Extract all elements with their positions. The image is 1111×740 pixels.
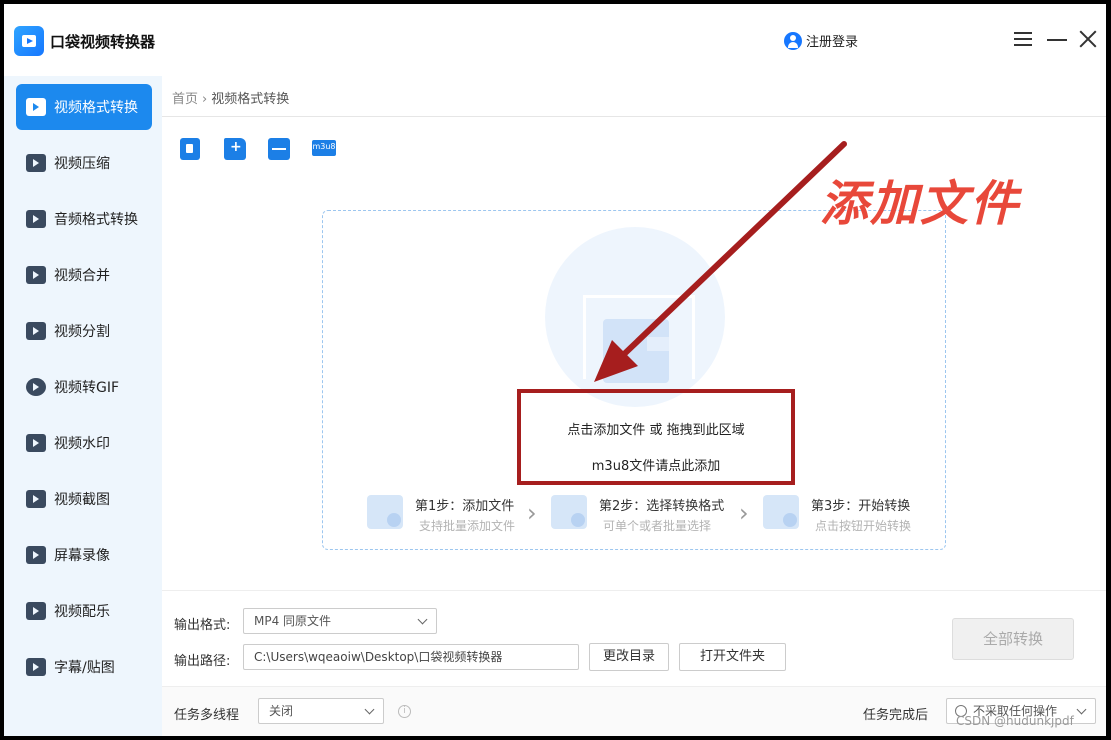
drop-hint-text[interactable]: 点击添加文件 或 拖拽到此区域 <box>521 419 791 438</box>
step-desc: 点击按钮开始转换 <box>815 519 912 533</box>
close-icon[interactable] <box>1077 28 1099 50</box>
multithread-value: 关闭 <box>269 704 294 718</box>
minimize-icon[interactable] <box>1046 28 1068 50</box>
output-path-field[interactable]: C:\Users\wqeaoiw\Desktop\口袋视频转换器 <box>243 644 579 670</box>
title-bar: 口袋视频转换器 注册登录 <box>4 4 1106 76</box>
sidebar-item-label: 视频格式转换 <box>54 100 138 116</box>
sidebar-item-label: 视频截图 <box>54 492 110 508</box>
audio-convert-icon <box>26 210 46 228</box>
add-file-step-icon <box>367 495 403 529</box>
divider <box>162 116 1106 117</box>
add-folder-icon[interactable] <box>224 138 246 160</box>
file-illustration-icon <box>603 319 669 383</box>
chevron-right-icon: › <box>739 499 749 527</box>
after-done-label: 任务完成后 <box>863 708 929 723</box>
user-icon <box>784 31 802 50</box>
convert-all-button[interactable]: 全部转换 <box>952 618 1074 660</box>
format-step-icon <box>551 495 587 529</box>
subtitle-icon <box>26 658 46 676</box>
info-icon[interactable]: i <box>398 705 411 718</box>
sidebar-item-label: 视频转GIF <box>54 380 120 396</box>
sidebar-item-video-split[interactable]: 视频分割 <box>16 308 152 354</box>
chevron-down-icon <box>417 614 428 625</box>
watermark-text: CSDN @hudunkjpdf <box>956 714 1074 728</box>
login-link[interactable]: 注册登录 <box>784 31 858 50</box>
sidebar-item-label: 视频配乐 <box>54 604 110 620</box>
output-format-label: 输出格式: <box>174 618 231 633</box>
sidebar-item-audio-convert[interactable]: 音频格式转换 <box>16 196 152 242</box>
chevron-down-icon <box>364 704 375 715</box>
sidebar-item-video-merge[interactable]: 视频合并 <box>16 252 152 298</box>
step-title: 第1步：添加文件 <box>415 499 515 514</box>
chevron-down-icon <box>1076 704 1087 715</box>
sidebar-item-label: 视频合并 <box>54 268 110 284</box>
output-path-label: 输出路径: <box>174 654 231 669</box>
convert-step-icon <box>763 495 799 529</box>
output-format-select[interactable]: MP4 同原文件 <box>243 608 437 634</box>
menu-icon[interactable] <box>1012 28 1034 50</box>
chevron-right-icon: › <box>527 499 537 527</box>
m3u8-icon[interactable]: m3u8 <box>312 140 336 156</box>
screenshot-icon <box>26 490 46 508</box>
step-desc: 支持批量添加文件 <box>419 519 516 533</box>
sidebar-item-label: 视频分割 <box>54 324 110 340</box>
multithread-label: 任务多线程 <box>174 708 240 723</box>
breadcrumb-home[interactable]: 首页 <box>172 92 198 107</box>
annotation-text: 添加文件 <box>820 176 1021 232</box>
convert-icon <box>26 98 46 116</box>
split-icon <box>26 322 46 340</box>
sidebar-item-screen-record[interactable]: 屏幕录像 <box>16 532 152 578</box>
merge-icon <box>26 266 46 284</box>
sidebar-item-label: 视频压缩 <box>54 156 110 172</box>
music-icon <box>26 602 46 620</box>
multithread-select[interactable]: 关闭 <box>258 698 384 724</box>
divider <box>162 590 1106 591</box>
sidebar-item-label: 屏幕录像 <box>54 548 110 564</box>
sidebar-item-label: 字幕/贴图 <box>54 660 115 676</box>
sidebar-item-subtitle[interactable]: 字幕/贴图 <box>16 644 152 690</box>
step-title: 第3步：开始转换 <box>811 499 911 514</box>
compress-icon <box>26 154 46 172</box>
sidebar-item-label: 视频水印 <box>54 436 110 452</box>
sidebar: 视频格式转换 视频压缩 音频格式转换 视频合并 视频分割 视频转GIF 视频水印 <box>4 76 162 736</box>
output-format-value: MP4 同原文件 <box>254 614 332 628</box>
step-title: 第2步：选择转换格式 <box>599 499 725 514</box>
sidebar-item-video-convert[interactable]: 视频格式转换 <box>16 84 152 130</box>
sidebar-item-video-screenshot[interactable]: 视频截图 <box>16 476 152 522</box>
breadcrumb-current: 视频格式转换 <box>211 92 290 107</box>
open-folder-button[interactable]: 打开文件夹 <box>679 643 786 671</box>
sidebar-item-label: 音频格式转换 <box>54 212 138 228</box>
sidebar-item-video-watermark[interactable]: 视频水印 <box>16 420 152 466</box>
m3u8-add-link[interactable]: m3u8文件请点此添加 <box>521 455 791 474</box>
step-desc: 可单个或者批量选择 <box>603 519 712 533</box>
screen-record-icon <box>26 546 46 564</box>
sidebar-item-video-compress[interactable]: 视频压缩 <box>16 140 152 186</box>
change-dir-button[interactable]: 更改目录 <box>589 643 669 671</box>
batch-add-icon[interactable] <box>268 138 290 160</box>
breadcrumb: 首页 › 视频格式转换 <box>172 88 289 107</box>
app-logo-icon <box>14 26 44 56</box>
login-label: 注册登录 <box>806 35 859 50</box>
app-title: 口袋视频转换器 <box>50 33 156 51</box>
steps-guide: 第1步：添加文件 支持批量添加文件 › 第2步：选择转换格式 可单个或者批量选择… <box>367 491 927 535</box>
app-window: 口袋视频转换器 注册登录 视频格式转换 视频压缩 音频格式转换 视频合并 视频分… <box>4 4 1106 736</box>
sidebar-item-video-gif[interactable]: 视频转GIF <box>16 364 152 410</box>
gif-icon <box>26 378 46 396</box>
hint-highlight-box[interactable]: 点击添加文件 或 拖拽到此区域 m3u8文件请点此添加 <box>517 389 795 485</box>
add-video-icon[interactable] <box>180 138 200 160</box>
sidebar-item-video-music[interactable]: 视频配乐 <box>16 588 152 634</box>
file-drop-zone[interactable]: 点击添加文件 或 拖拽到此区域 m3u8文件请点此添加 第1步：添加文件 支持批… <box>322 210 946 550</box>
chevron-right-icon: › <box>202 92 208 107</box>
watermark-icon <box>26 434 46 452</box>
